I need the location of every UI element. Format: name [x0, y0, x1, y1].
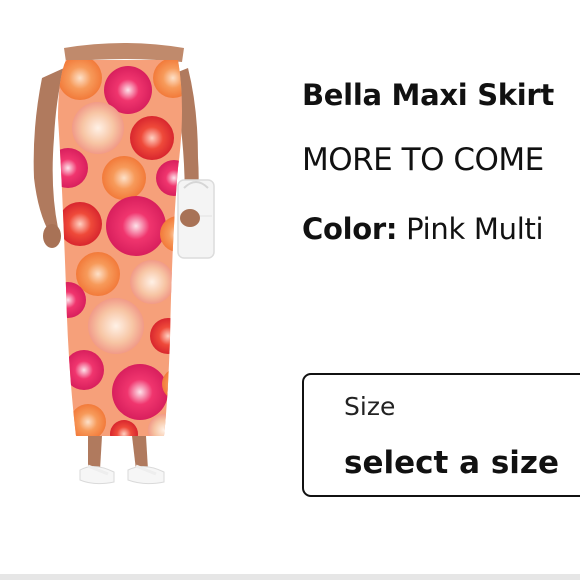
- color-label: Color:: [302, 212, 398, 246]
- color-value: Pink Multi: [406, 212, 544, 246]
- size-select[interactable]: Size select a size: [302, 373, 580, 497]
- size-label: Size: [344, 392, 396, 421]
- product-photo: [33, 43, 215, 485]
- color-line: Color: Pink Multi: [302, 212, 544, 246]
- brand-link[interactable]: MORE TO COME: [302, 142, 544, 178]
- bottom-divider: [0, 574, 580, 580]
- product-title: Bella Maxi Skirt: [302, 78, 554, 112]
- product-image[interactable]: [28, 38, 224, 506]
- size-value: select a size: [344, 445, 559, 481]
